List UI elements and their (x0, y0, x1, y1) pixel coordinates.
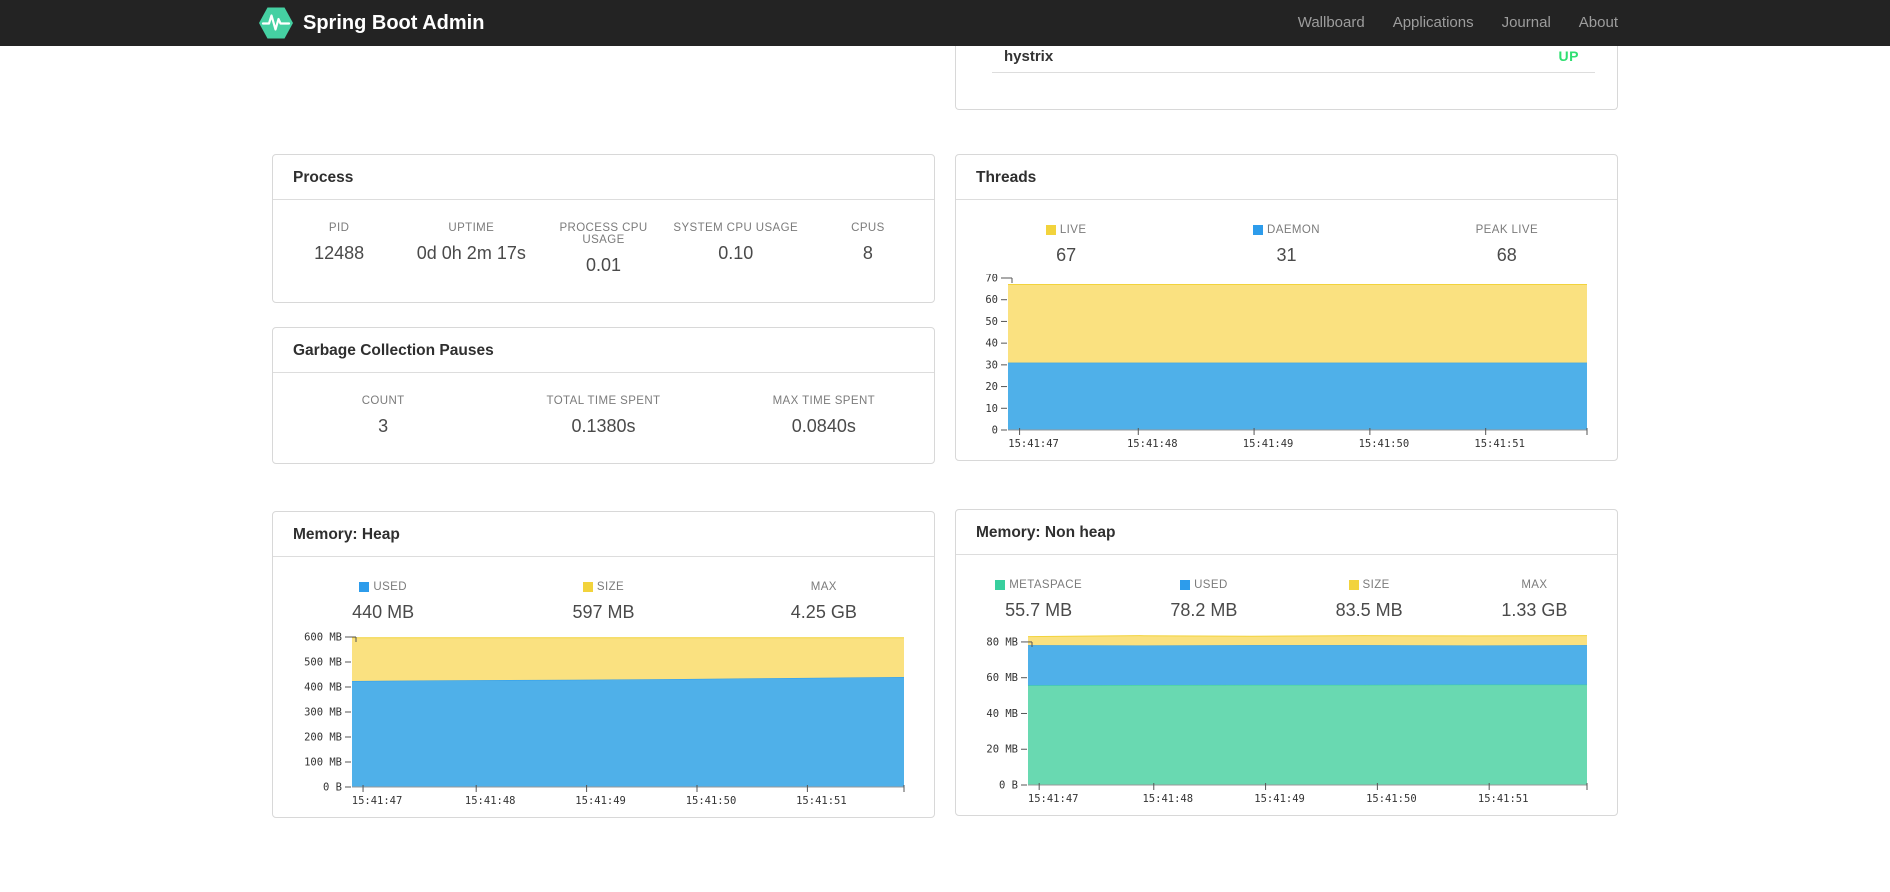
svg-text:20: 20 (985, 381, 998, 393)
svg-text:300 MB: 300 MB (304, 707, 342, 719)
metric-threads-peak-live: PEAK LIVE 68 (1475, 224, 1539, 265)
svg-text:15:41:51: 15:41:51 (1474, 438, 1525, 450)
main-content: Process PID 12488 UPTIME 0d 0h 2m 17s PR… (272, 46, 1618, 818)
nav-item-about[interactable]: About (1565, 0, 1618, 46)
nav-links: Wallboard Applications Journal About (1284, 0, 1618, 46)
metric-gc-count: COUNT 3 (361, 395, 405, 436)
svg-text:0: 0 (992, 425, 998, 437)
nav-item-wallboard[interactable]: Wallboard (1284, 0, 1379, 46)
heap-used-legend-swatch (359, 582, 370, 592)
svg-text:15:41:50: 15:41:50 (686, 795, 737, 807)
svg-text:15:41:49: 15:41:49 (1243, 438, 1294, 450)
metric-nonheap-max: MAX 1.33 GB (1501, 579, 1568, 620)
svg-text:15:41:49: 15:41:49 (575, 795, 626, 807)
metric-gc-total-time: TOTAL TIME SPENT 0.1380s (546, 395, 661, 436)
svg-text:15:41:51: 15:41:51 (796, 795, 847, 807)
svg-text:20 MB: 20 MB (986, 744, 1018, 756)
nav-item-journal[interactable]: Journal (1488, 0, 1565, 46)
svg-text:500 MB: 500 MB (304, 657, 342, 669)
memory-heap-card: Memory: Heap USED 440 MB SIZE 597 MB MAX… (272, 511, 935, 818)
svg-text:15:41:47: 15:41:47 (1008, 438, 1059, 450)
metaspace-legend-swatch (995, 580, 1006, 590)
svg-text:15:41:50: 15:41:50 (1366, 793, 1417, 805)
svg-text:70: 70 (985, 274, 998, 285)
gc-card-title: Garbage Collection Pauses (273, 328, 934, 373)
heap-size-legend-swatch (582, 582, 593, 592)
brand-title: Spring Boot Admin (303, 11, 485, 34)
threads-card: Threads LIVE 67 DAEMON 31 PEAK LIVE 68 0… (955, 154, 1618, 461)
svg-text:50: 50 (985, 316, 998, 328)
metric-uptime: UPTIME 0d 0h 2m 17s (416, 222, 526, 263)
svg-text:60: 60 (985, 294, 998, 306)
svg-text:60 MB: 60 MB (986, 672, 1018, 684)
svg-text:200 MB: 200 MB (304, 732, 342, 744)
metric-pid: PID 12488 (314, 222, 365, 263)
application-status-card: hystrix UP (955, 46, 1618, 110)
metric-nonheap-metaspace: METASPACE 55.7 MB (956, 579, 1121, 621)
metric-heap-size: SIZE 597 MB (572, 581, 635, 622)
svg-text:15:41:47: 15:41:47 (352, 795, 403, 807)
svg-text:40 MB: 40 MB (986, 708, 1018, 720)
row-divider (992, 72, 1595, 73)
metric-nonheap-size: SIZE 83.5 MB (1335, 579, 1403, 620)
svg-text:40: 40 (985, 338, 998, 350)
nonheap-card-title: Memory: Non heap (956, 510, 1617, 555)
svg-text:15:41:51: 15:41:51 (1478, 793, 1529, 805)
process-card: Process PID 12488 UPTIME 0d 0h 2m 17s PR… (272, 154, 935, 303)
metric-cpus: CPUS 8 (851, 222, 885, 263)
application-name-link[interactable]: hystrix (1004, 48, 1053, 65)
nonheap-used-legend-swatch (1180, 580, 1191, 590)
status-badge: UP (1558, 48, 1579, 64)
svg-text:0 B: 0 B (323, 782, 342, 794)
process-card-title: Process (273, 155, 934, 200)
threads-chart: 0 10 20 30 40 50 60 70 15:41:47 15:41:48 15:41:49 1… (985, 274, 1588, 450)
svg-text:400 MB: 400 MB (304, 682, 342, 694)
svg-text:15:41:47: 15:41:47 (1028, 793, 1079, 805)
daemon-legend-swatch (1253, 225, 1264, 235)
svg-text:15:41:49: 15:41:49 (1254, 793, 1305, 805)
metric-threads-live: LIVE 67 (956, 224, 1176, 266)
memory-nonheap-chart: 0 B 20 MB 40 MB 60 MB 80 MB 15:41:47 15:41:48 1… (986, 635, 1588, 805)
memory-heap-chart: 0 B 100 MB 200 MB 300 MB 400 MB 500 MB 600 MB 1… (304, 632, 905, 807)
live-legend-swatch (1045, 225, 1056, 235)
metric-nonheap-used: USED 78.2 MB (1170, 579, 1238, 620)
svg-text:600 MB: 600 MB (304, 632, 342, 644)
memory-nonheap-card: Memory: Non heap METASPACE 55.7 MB USED … (955, 509, 1618, 816)
gc-pauses-card: Garbage Collection Pauses COUNT 3 TOTAL … (272, 327, 935, 464)
svg-text:15:41:48: 15:41:48 (1127, 438, 1178, 450)
nav-item-applications[interactable]: Applications (1379, 0, 1488, 46)
metric-gc-max-time: MAX TIME SPENT 0.0840s (772, 395, 876, 436)
svg-text:0 B: 0 B (999, 780, 1018, 792)
heap-card-title: Memory: Heap (273, 512, 934, 557)
svg-text:80 MB: 80 MB (986, 636, 1018, 648)
metric-process-cpu-usage: PROCESS CPU USAGE 0.01 (559, 222, 648, 275)
svg-text:10: 10 (985, 403, 998, 415)
metric-heap-used: USED 440 MB (352, 581, 415, 622)
svg-text:15:41:50: 15:41:50 (1359, 438, 1410, 450)
svg-text:100 MB: 100 MB (304, 757, 342, 769)
brand-link[interactable]: Spring Boot Admin (258, 5, 484, 41)
metric-threads-daemon: DAEMON 31 (1176, 224, 1396, 266)
svg-text:15:41:48: 15:41:48 (465, 795, 516, 807)
svg-text:30: 30 (985, 359, 998, 371)
pulse-hexagon-logo-icon (258, 5, 294, 41)
metric-heap-max: MAX 4.25 GB (790, 581, 857, 622)
svg-text:15:41:48: 15:41:48 (1142, 793, 1193, 805)
navbar: Spring Boot Admin Wallboard Applications… (0, 0, 1890, 46)
nonheap-size-legend-swatch (1348, 580, 1359, 590)
threads-card-title: Threads (956, 155, 1617, 200)
metric-system-cpu-usage: SYSTEM CPU USAGE 0.10 (673, 222, 799, 263)
